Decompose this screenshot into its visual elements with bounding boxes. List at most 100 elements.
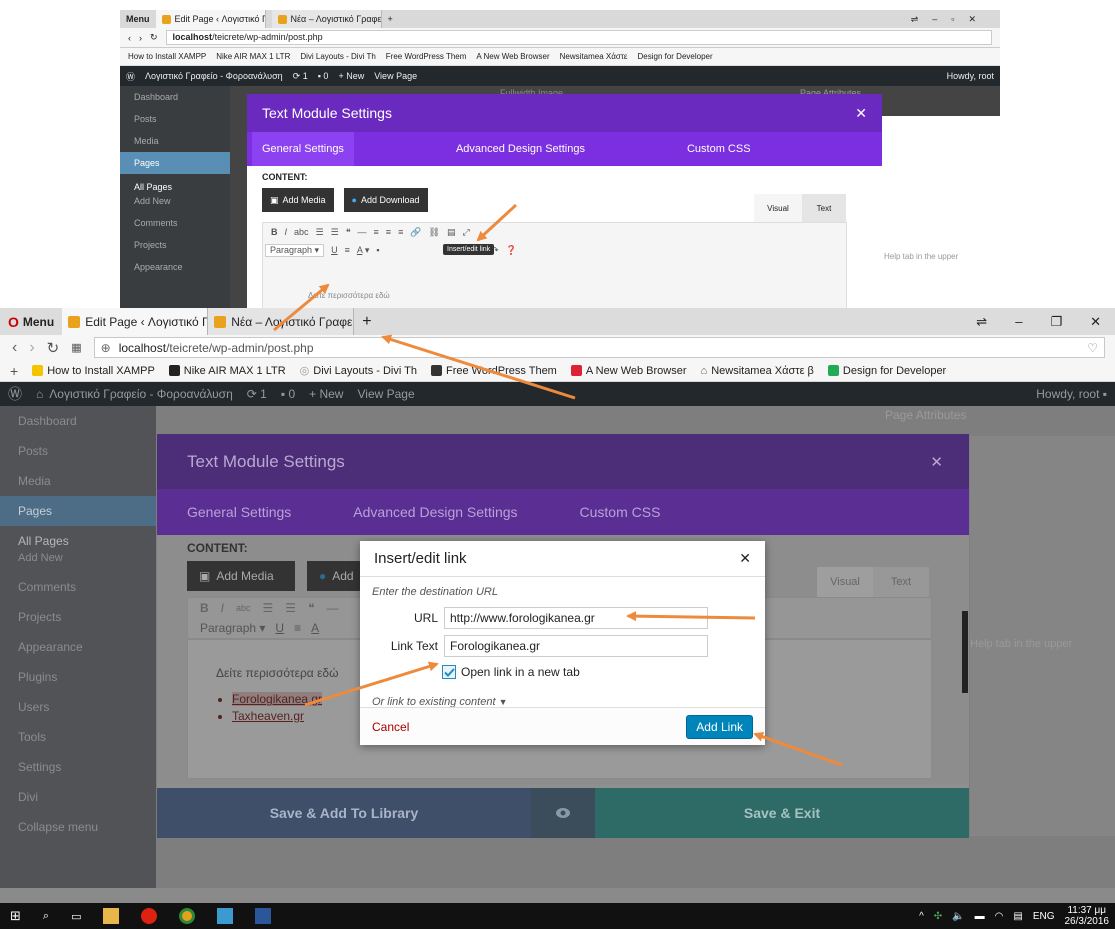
opera-menu-button[interactable]: O Menu bbox=[0, 314, 62, 330]
minimize-icon[interactable]: – bbox=[1015, 314, 1022, 329]
mini-bookmark[interactable]: Divi Layouts - Divi Th bbox=[300, 52, 375, 61]
text-color-icon[interactable]: A bbox=[311, 621, 319, 635]
mini-window-controls[interactable]: ⇌–▫✕ bbox=[911, 14, 1000, 25]
mini-sidebar-item[interactable]: Projects bbox=[120, 234, 230, 256]
word-icon[interactable] bbox=[255, 908, 272, 924]
mini-more-icon[interactable]: ▤ bbox=[447, 227, 456, 238]
mini-menu-button[interactable]: Menu bbox=[126, 14, 150, 24]
mini-bullets-icon[interactable]: ☰ bbox=[316, 227, 324, 238]
sidebar-item-add-new[interactable]: Add New bbox=[0, 550, 156, 572]
reload-icon[interactable]: ↻ bbox=[47, 339, 60, 357]
mini-paste-icon[interactable]: ▪ bbox=[376, 245, 379, 255]
mini-sidebar-item[interactable]: Add New bbox=[120, 194, 230, 212]
mini-help-icon[interactable]: ❓ bbox=[506, 245, 517, 256]
mini-justify-icon[interactable]: ≡ bbox=[345, 245, 350, 255]
wordpress-logo-icon[interactable]: Ⓦ bbox=[8, 384, 22, 404]
underline-icon[interactable]: U bbox=[275, 621, 284, 635]
mini-sidebar-item[interactable]: Comments bbox=[120, 212, 230, 234]
mini-text-color-icon[interactable]: A ▾ bbox=[357, 245, 370, 256]
wp-updates[interactable]: ⟳ 1 bbox=[247, 387, 267, 401]
wp-howdy[interactable]: Howdy, root ▪ bbox=[1036, 387, 1107, 401]
justify-icon[interactable]: ≡ bbox=[294, 621, 301, 635]
mini-wp-view-page[interactable]: View Page bbox=[374, 71, 417, 81]
mini-align-left-icon[interactable]: ≡ bbox=[374, 227, 379, 237]
mini-new-tab-icon[interactable]: + bbox=[388, 14, 393, 24]
link-text-input[interactable]: Forologikanea.gr bbox=[444, 635, 708, 657]
wp-comments[interactable]: ▪ 0 bbox=[281, 387, 295, 401]
bookmark-item[interactable]: Design for Developer bbox=[827, 365, 946, 377]
dialog-close-icon[interactable]: ✕ bbox=[739, 550, 751, 567]
task-view-icon[interactable]: ▭ bbox=[71, 910, 81, 923]
url-input[interactable]: http://www.forologikanea.gr bbox=[444, 607, 708, 629]
bookmark-item[interactable]: ◎ Divi Layouts - Divi Th bbox=[300, 364, 417, 378]
mini-numbers-icon[interactable]: ☰ bbox=[331, 227, 339, 238]
search-icon[interactable]: ⌕ bbox=[43, 910, 49, 923]
battery-icon[interactable]: ▬ bbox=[975, 911, 985, 922]
mini-tab-nea[interactable]: Νέα – Λογιστικό Γραφείο bbox=[271, 10, 382, 28]
mini-wp-new[interactable]: + New bbox=[338, 71, 364, 81]
wp-site-name[interactable]: ⌂ Λογιστικό Γραφείο - Φοροανάλυση bbox=[36, 387, 233, 401]
photos-icon[interactable] bbox=[217, 908, 234, 924]
tab-edit-page[interactable]: Edit Page ‹ Λογιστικό Γραφ ✕ bbox=[62, 308, 209, 335]
tab-custom-css[interactable]: Custom CSS bbox=[580, 504, 661, 520]
tray-app-icon[interactable]: ✣ bbox=[934, 911, 942, 922]
cancel-link[interactable]: Cancel bbox=[372, 720, 409, 734]
list-item[interactable]: Forologikanea.gr bbox=[232, 692, 323, 706]
bookmark-item[interactable]: ⌂ Newsitamea Χάστε β bbox=[701, 365, 814, 377]
mini-sidebar-item[interactable]: Posts bbox=[120, 108, 230, 130]
sidebar-item-collapse[interactable]: Collapse menu bbox=[0, 812, 156, 842]
mini-bookmark[interactable]: Nike AIR MAX 1 LTR bbox=[216, 52, 290, 61]
quote-icon[interactable]: ❝ bbox=[308, 601, 314, 615]
maximize-icon[interactable]: ❐ bbox=[1050, 314, 1062, 330]
back-icon[interactable]: ‹ bbox=[12, 339, 17, 357]
tab-general-settings[interactable]: General Settings bbox=[187, 504, 291, 520]
opera-icon[interactable] bbox=[141, 908, 158, 924]
sidebar-item-divi[interactable]: Divi bbox=[0, 782, 156, 812]
mini-bookmark[interactable]: A New Web Browser bbox=[476, 52, 549, 61]
modal-close-icon[interactable]: ✕ bbox=[930, 453, 943, 471]
mini-strike-icon[interactable]: abc bbox=[294, 227, 309, 237]
sidebar-item-appearance[interactable]: Appearance bbox=[0, 632, 156, 662]
mini-paragraph-select[interactable]: Paragraph ▾ bbox=[265, 243, 325, 257]
list-item[interactable]: Taxheaven.gr bbox=[232, 709, 322, 723]
visual-tab[interactable]: Visual bbox=[817, 567, 873, 597]
mini-align-right-icon[interactable]: ≡ bbox=[398, 227, 403, 237]
mini-tab-edit-page[interactable]: Edit Page ‹ Λογιστικό Γραφ bbox=[155, 10, 266, 28]
mini-link-icon[interactable]: 🔗 bbox=[410, 227, 421, 238]
hr-icon[interactable]: — bbox=[327, 601, 339, 615]
bookmark-item[interactable]: Free WordPress Them bbox=[431, 365, 557, 377]
mini-sidebar-item-pages[interactable]: Pages bbox=[120, 152, 230, 174]
mini-wp-comments[interactable]: ▪ 0 bbox=[318, 71, 329, 81]
mini-align-center-icon[interactable]: ≡ bbox=[386, 227, 391, 237]
mini-visual-tab[interactable]: Visual bbox=[754, 194, 802, 222]
number-list-icon[interactable]: ☰ bbox=[285, 601, 296, 615]
mini-reload-icon[interactable]: ↻ bbox=[150, 32, 158, 43]
mini-add-media-button[interactable]: ▣ Add Media bbox=[262, 188, 334, 212]
mini-quote-icon[interactable]: ❝ bbox=[346, 227, 351, 238]
save-exit-button[interactable]: Save & Exit bbox=[595, 788, 969, 838]
new-tab-checkbox[interactable] bbox=[442, 665, 456, 679]
paragraph-select[interactable]: Paragraph ▾ bbox=[200, 621, 265, 635]
sidebar-item-all-pages[interactable]: All Pages bbox=[0, 526, 156, 550]
url-field[interactable]: ⊕ localhost/teicrete/wp-admin/post.php ♡ bbox=[93, 337, 1105, 358]
sidebar-item-dashboard[interactable]: Dashboard bbox=[0, 406, 156, 436]
mini-bookmark[interactable]: How to Install XAMPP bbox=[128, 52, 206, 61]
bookmark-item[interactable]: Nike AIR MAX 1 LTR bbox=[168, 365, 286, 377]
sidebar-item-tools[interactable]: Tools bbox=[0, 722, 156, 752]
close-window-icon[interactable]: ✕ bbox=[1090, 314, 1101, 330]
mini-tab-advanced[interactable]: Advanced Design Settings bbox=[456, 143, 585, 155]
mini-wp-updates[interactable]: ⟳ 1 bbox=[293, 71, 308, 82]
mini-sidebar-item[interactable]: Appearance bbox=[120, 256, 230, 278]
windows-start-icon[interactable]: ⊞ bbox=[10, 908, 21, 924]
mini-sidebar-item[interactable]: Dashboard bbox=[120, 86, 230, 108]
italic-icon[interactable]: I bbox=[221, 601, 224, 615]
tray-expand-icon[interactable]: ^ bbox=[919, 911, 924, 922]
mini-tab-general[interactable]: General Settings bbox=[252, 132, 354, 166]
mini-add-download-button[interactable]: ● Add Download bbox=[343, 188, 428, 212]
wp-new[interactable]: + New bbox=[309, 387, 343, 401]
add-media-button[interactable]: ▣ Add Media bbox=[187, 561, 295, 591]
bookmark-item[interactable]: A New Web Browser bbox=[570, 365, 687, 377]
add-download-button[interactable]: ● Add bbox=[307, 561, 367, 591]
strike-icon[interactable]: abc bbox=[236, 603, 251, 613]
notifications-icon[interactable]: ▤ bbox=[1013, 911, 1022, 922]
